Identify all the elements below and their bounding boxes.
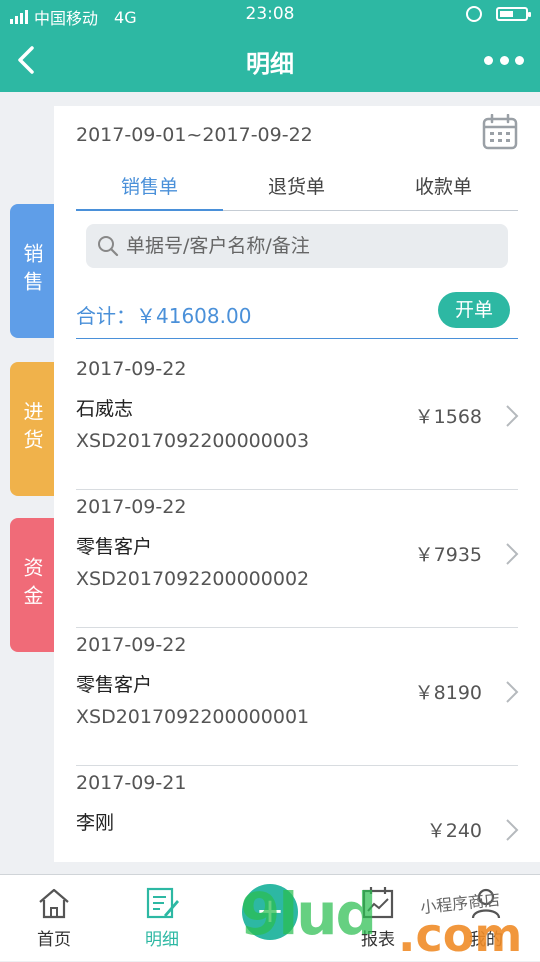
- order-date: 2017-09-21: [76, 772, 187, 794]
- new-order-button[interactable]: 开单: [438, 292, 510, 328]
- side-tab-label: 进货: [20, 401, 44, 457]
- search-bar: [86, 224, 508, 268]
- nav-bar: 明细: [0, 30, 540, 92]
- order-date: 2017-09-22: [76, 358, 187, 380]
- order-date: 2017-09-22: [76, 634, 187, 656]
- date-range[interactable]: 2017-09-01~2017-09-22: [76, 124, 313, 146]
- tabbar-detail[interactable]: 明细: [108, 885, 216, 950]
- active-tab-indicator: [76, 209, 223, 211]
- tab-receipt-order[interactable]: 收款单: [370, 172, 517, 199]
- order-number: XSD2017092200000002: [76, 568, 310, 590]
- order-amount: ￥1568: [414, 406, 482, 428]
- watermark-logo: 9lud: [240, 880, 377, 948]
- document-edit-icon: [146, 887, 179, 919]
- customer-name: 零售客户: [76, 674, 153, 696]
- chevron-right-icon: [506, 405, 519, 427]
- customer-name: 李刚: [76, 812, 115, 834]
- side-tab-fund[interactable]: 资金: [10, 518, 54, 652]
- status-right: [466, 6, 531, 22]
- order-amount: ￥7935: [414, 544, 482, 566]
- rotation-lock-icon: [466, 6, 482, 22]
- order-number: XSD2017092200000001: [76, 706, 310, 728]
- chevron-right-icon: [506, 681, 519, 703]
- home-icon: [39, 888, 69, 919]
- tabbar-home[interactable]: 首页: [0, 885, 108, 950]
- order-date: 2017-09-22: [76, 496, 187, 518]
- watermark-domain: .com: [398, 908, 523, 962]
- battery-fill: [500, 11, 513, 17]
- summary-row: 合计：￥41608.00 开单: [76, 292, 518, 339]
- battery-icon: [496, 7, 531, 21]
- list-item[interactable]: 2017-09-22 零售客户 XSD2017092200000001 ￥819…: [54, 628, 540, 766]
- tabbar-label: 明细: [145, 930, 179, 950]
- total-amount: 合计：￥41608.00: [76, 304, 252, 328]
- list-item[interactable]: 2017-09-22 石威志 XSD2017092200000003 ￥1568: [54, 352, 540, 490]
- status-time: 23:08: [245, 4, 295, 24]
- status-bar: 中国移动 4G 23:08: [0, 0, 540, 30]
- customer-name: 石威志: [76, 398, 134, 420]
- side-tab-sales[interactable]: 销售: [10, 204, 64, 338]
- list-item[interactable]: 2017-09-22 零售客户 XSD2017092200000002 ￥793…: [54, 490, 540, 628]
- list-item[interactable]: 2017-09-21 李刚 ￥240: [54, 766, 540, 862]
- order-amount: ￥8190: [414, 682, 482, 704]
- order-list: 2017-09-22 石威志 XSD2017092200000003 ￥1568…: [54, 352, 540, 862]
- tab-return-order[interactable]: 退货单: [223, 172, 370, 199]
- more-dots-icon[interactable]: [484, 48, 524, 72]
- chevron-right-icon: [506, 543, 519, 565]
- customer-name: 零售客户: [76, 536, 153, 558]
- search-input[interactable]: [124, 234, 488, 258]
- side-tab-label: 销售: [20, 243, 44, 299]
- tabbar-label: 首页: [37, 930, 71, 950]
- side-tab-label: 资金: [20, 557, 44, 613]
- side-tab-purchase[interactable]: 进货: [10, 362, 54, 496]
- order-number: XSD2017092200000003: [76, 430, 310, 452]
- chevron-right-icon: [506, 819, 519, 841]
- calendar-icon[interactable]: [482, 113, 518, 150]
- detail-card: 2017-09-01~2017-09-22 销售单 退货单 收款单 合计：￥41…: [54, 106, 540, 862]
- page-title: 明细: [246, 50, 294, 78]
- order-amount: ￥240: [426, 820, 482, 842]
- search-icon: [98, 236, 119, 257]
- order-type-tabs: 销售单 退货单 收款单: [76, 164, 518, 211]
- tab-sales-order[interactable]: 销售单: [76, 172, 223, 199]
